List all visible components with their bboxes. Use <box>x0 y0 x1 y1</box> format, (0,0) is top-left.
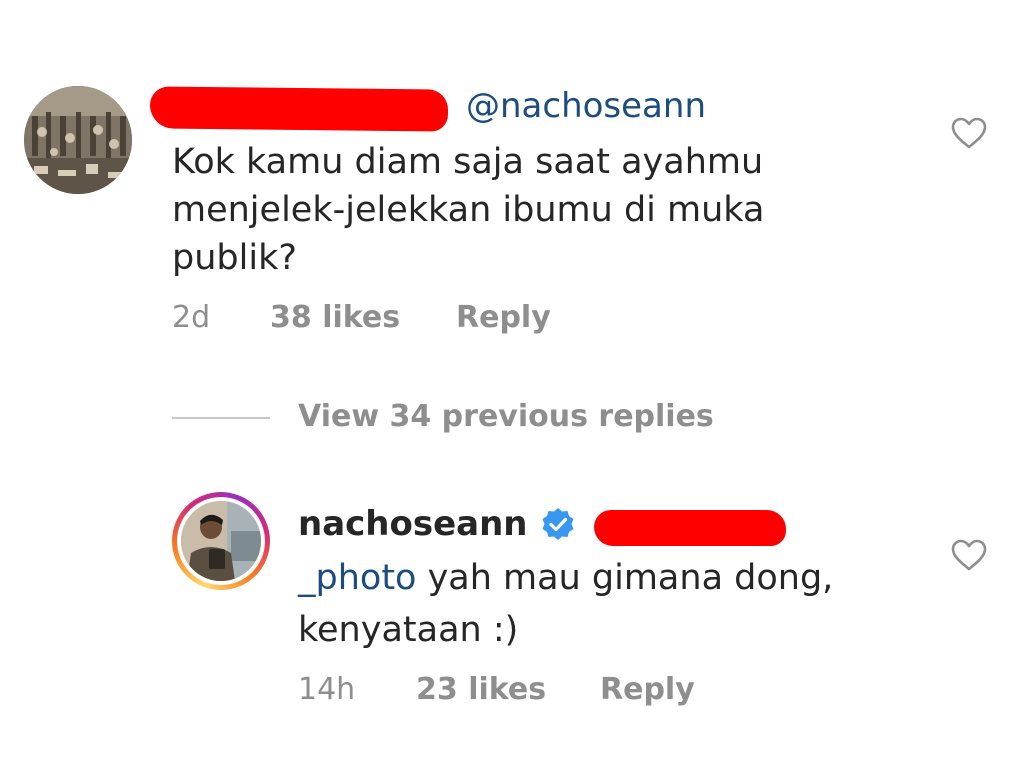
reply-likes-count[interactable]: 23 likes <box>416 672 600 707</box>
portrait-photo-icon <box>181 501 261 581</box>
comment-meta: 2d 38 likes Reply <box>172 296 551 338</box>
like-comment-button[interactable] <box>950 116 988 150</box>
reply-text: _photo yah mau gimana dong, kenyataan :) <box>298 552 918 656</box>
comment-reply-button[interactable]: Reply <box>456 300 551 335</box>
comment-text: Kok kamu diam saja saat ayahmu menjelek-… <box>172 142 765 278</box>
commenter-avatar[interactable] <box>24 86 132 194</box>
heart-outline-icon <box>951 539 987 571</box>
commenter-username-redacted[interactable] <box>149 80 460 132</box>
reply-reply-button[interactable]: Reply <box>600 672 695 707</box>
crowd-photo-icon <box>24 86 132 194</box>
mention-link[interactable]: @nachoseann <box>466 86 706 126</box>
reply-username[interactable]: nachoseann <box>298 502 528 546</box>
verified-badge <box>540 506 576 542</box>
heart-outline-icon <box>951 117 987 149</box>
redaction-mark <box>149 86 449 132</box>
replies-divider <box>172 417 270 419</box>
reply-timestamp: 14h <box>298 671 356 707</box>
redaction-mark <box>594 510 786 546</box>
reply-meta: 14h 23 likes Reply <box>298 668 695 710</box>
reply-avatar-photo <box>181 501 261 581</box>
reply-mention-tail[interactable]: _photo <box>298 558 416 598</box>
comment-timestamp: 2d <box>172 299 211 335</box>
like-reply-button[interactable] <box>950 538 988 572</box>
comment-likes-count[interactable]: 38 likes <box>270 300 456 335</box>
verified-badge-icon <box>542 508 574 540</box>
view-previous-replies-button[interactable]: View 34 previous replies <box>298 396 714 438</box>
reply-avatar[interactable] <box>172 492 270 590</box>
